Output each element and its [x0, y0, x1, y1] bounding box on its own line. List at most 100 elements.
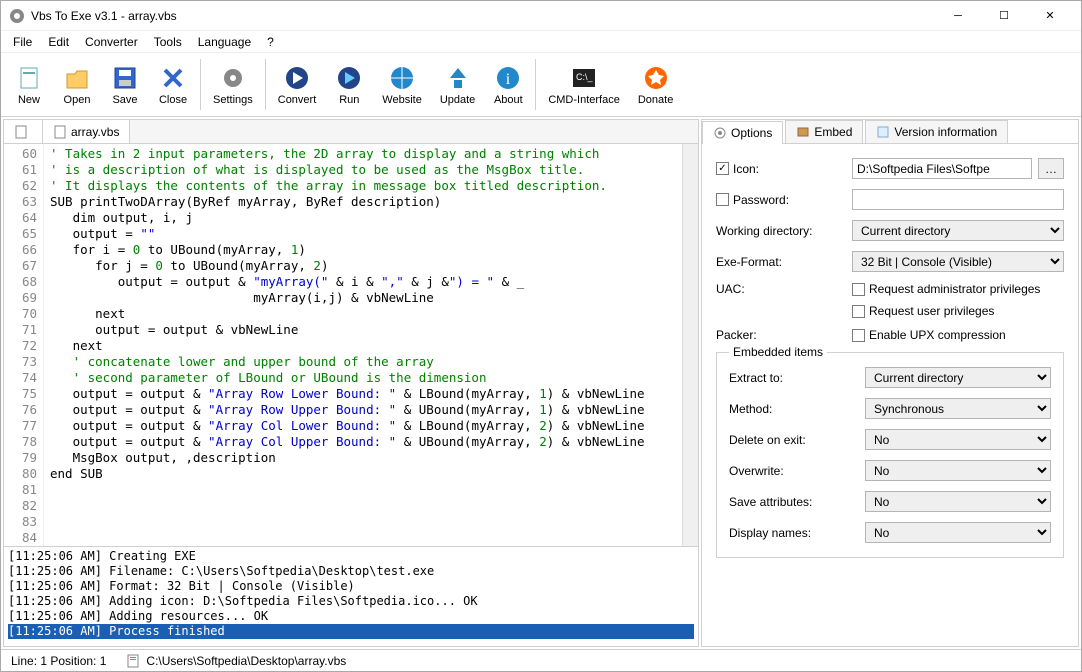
- packer-upx-checkbox[interactable]: [852, 329, 865, 342]
- statusbar: Line: 1 Position: 1 C:\Users\Softpedia\D…: [1, 649, 1081, 671]
- password-input[interactable]: [852, 189, 1064, 210]
- minimize-button[interactable]: ─: [935, 2, 981, 30]
- open-icon: Open: [64, 94, 91, 106]
- editor-tab-0[interactable]: [4, 120, 43, 143]
- menu-converter[interactable]: Converter: [77, 32, 146, 52]
- menubar: FileEditConverterToolsLanguage?: [1, 31, 1081, 53]
- delete-select[interactable]: No: [865, 429, 1051, 450]
- toolbar-save-button[interactable]: Save: [101, 55, 149, 114]
- line-gutter: 60 61 62 63 64 65 66 67 68 69 70 71 72 7…: [4, 144, 44, 546]
- log-line: [11:25:06 AM] Adding icon: D:\Softpedia …: [8, 594, 694, 609]
- embedded-fieldset: Embedded items Extract to:Current direct…: [716, 352, 1064, 558]
- close-icon: Close: [159, 94, 187, 106]
- log-line: [11:25:06 AM] Creating EXE: [8, 549, 694, 564]
- toolbar-close-button[interactable]: Close: [149, 55, 197, 114]
- toolbar-donate-button[interactable]: Donate: [629, 55, 682, 114]
- menu-?[interactable]: ?: [259, 32, 282, 52]
- workdir-select[interactable]: Current directory: [852, 220, 1064, 241]
- icon-label: Icon:: [733, 162, 759, 176]
- cmd-icon: CMD-Interface: [548, 94, 620, 106]
- editor-tabs: array.vbs: [4, 120, 698, 144]
- uac-user-checkbox[interactable]: [852, 305, 865, 318]
- settings-icon: Settings: [213, 94, 253, 106]
- toolbar-open-button[interactable]: Open: [53, 55, 101, 114]
- code-editor[interactable]: 60 61 62 63 64 65 66 67 68 69 70 71 72 7…: [4, 144, 682, 546]
- packer-label: Packer:: [716, 328, 846, 342]
- log-pane[interactable]: [11:25:06 AM] Creating EXE[11:25:06 AM] …: [4, 546, 698, 646]
- window-title: Vbs To Exe v3.1 - array.vbs: [31, 9, 935, 23]
- method-label: Method:: [729, 402, 859, 416]
- icon-path-input[interactable]: [852, 158, 1032, 179]
- editor-scrollbar[interactable]: [682, 144, 698, 546]
- tab-icon: [796, 125, 810, 139]
- maximize-button[interactable]: ☐: [981, 2, 1027, 30]
- toolbar-run-button[interactable]: Run: [325, 55, 373, 114]
- save-icon: Save: [112, 94, 137, 106]
- icon-browse-button[interactable]: …: [1038, 158, 1064, 179]
- log-line: [11:25:06 AM] Filename: C:\Users\Softped…: [8, 564, 694, 579]
- toolbar-separator: [535, 59, 536, 110]
- toolbar-about-button[interactable]: i About: [484, 55, 532, 114]
- file-icon: [14, 125, 28, 139]
- new-icon: New: [18, 94, 40, 106]
- run-icon: Run: [339, 94, 359, 106]
- left-pane: array.vbs 60 61 62 63 64 65 66 67 68 69 …: [3, 119, 699, 647]
- right-tab-version-information[interactable]: Version information: [865, 120, 1008, 143]
- menu-edit[interactable]: Edit: [40, 32, 77, 52]
- saveattr-select[interactable]: No: [865, 491, 1051, 512]
- uac-user-label: Request user privileges: [869, 304, 994, 318]
- close-button[interactable]: ✕: [1027, 2, 1073, 30]
- embedded-legend: Embedded items: [729, 345, 827, 359]
- method-select[interactable]: Synchronous: [865, 398, 1051, 419]
- extract-label: Extract to:: [729, 371, 859, 385]
- uac-admin-label: Request administrator privileges: [869, 282, 1040, 296]
- log-line: [11:25:06 AM] Process finished: [8, 624, 694, 639]
- toolbar: New Open Save Close Settings Convert Run Websit…: [1, 53, 1081, 117]
- tab-icon: [713, 126, 727, 140]
- overwrite-select[interactable]: No: [865, 460, 1051, 481]
- app-icon: [9, 8, 25, 24]
- toolbar-update-button[interactable]: Update: [431, 55, 484, 114]
- options-panel: Icon: … Password: Working directory: Cur…: [702, 144, 1078, 646]
- right-tab-embed[interactable]: Embed: [785, 120, 863, 143]
- dispnames-select[interactable]: No: [865, 522, 1051, 543]
- extract-select[interactable]: Current directory: [865, 367, 1051, 388]
- right-tabs: OptionsEmbedVersion information: [702, 120, 1078, 144]
- menu-language[interactable]: Language: [190, 32, 259, 52]
- right-pane: OptionsEmbedVersion information Icon: … …: [701, 119, 1079, 647]
- file-icon: [126, 654, 140, 668]
- exeformat-select[interactable]: 32 Bit | Console (Visible): [852, 251, 1064, 272]
- donate-icon: Donate: [638, 94, 673, 106]
- icon-checkbox[interactable]: [716, 162, 729, 175]
- delete-label: Delete on exit:: [729, 433, 859, 447]
- uac-admin-checkbox[interactable]: [852, 283, 865, 296]
- status-position: Line: 1 Position: 1: [11, 654, 106, 668]
- toolbar-settings-button[interactable]: Settings: [204, 55, 262, 114]
- toolbar-website-button[interactable]: Website: [373, 55, 431, 114]
- workdir-label: Working directory:: [716, 224, 846, 238]
- exeformat-label: Exe-Format:: [716, 255, 846, 269]
- password-label: Password:: [733, 193, 789, 207]
- menu-file[interactable]: File: [5, 32, 40, 52]
- dispnames-label: Display names:: [729, 526, 859, 540]
- right-tab-options[interactable]: Options: [702, 121, 783, 144]
- website-icon: Website: [382, 94, 422, 106]
- packer-upx-label: Enable UPX compression: [869, 328, 1006, 342]
- convert-icon: Convert: [278, 94, 317, 106]
- log-line: [11:25:06 AM] Adding resources... OK: [8, 609, 694, 624]
- toolbar-cmd-button[interactable]: C:\_ CMD-Interface: [539, 55, 629, 114]
- editor-tab-1[interactable]: array.vbs: [43, 120, 130, 143]
- code-area[interactable]: ' Takes in 2 input parameters, the 2D ar…: [44, 144, 682, 546]
- toolbar-convert-button[interactable]: Convert: [269, 55, 326, 114]
- password-checkbox[interactable]: [716, 193, 729, 206]
- overwrite-label: Overwrite:: [729, 464, 859, 478]
- file-icon: [53, 125, 67, 139]
- tab-icon: [876, 125, 890, 139]
- menu-tools[interactable]: Tools: [146, 32, 190, 52]
- svg-text:C:\_: C:\_: [576, 72, 594, 82]
- uac-label: UAC:: [716, 282, 846, 296]
- status-file: C:\Users\Softpedia\Desktop\array.vbs: [146, 654, 346, 668]
- svg-text:i: i: [506, 71, 511, 88]
- toolbar-new-button[interactable]: New: [5, 55, 53, 114]
- about-icon: About: [494, 94, 523, 106]
